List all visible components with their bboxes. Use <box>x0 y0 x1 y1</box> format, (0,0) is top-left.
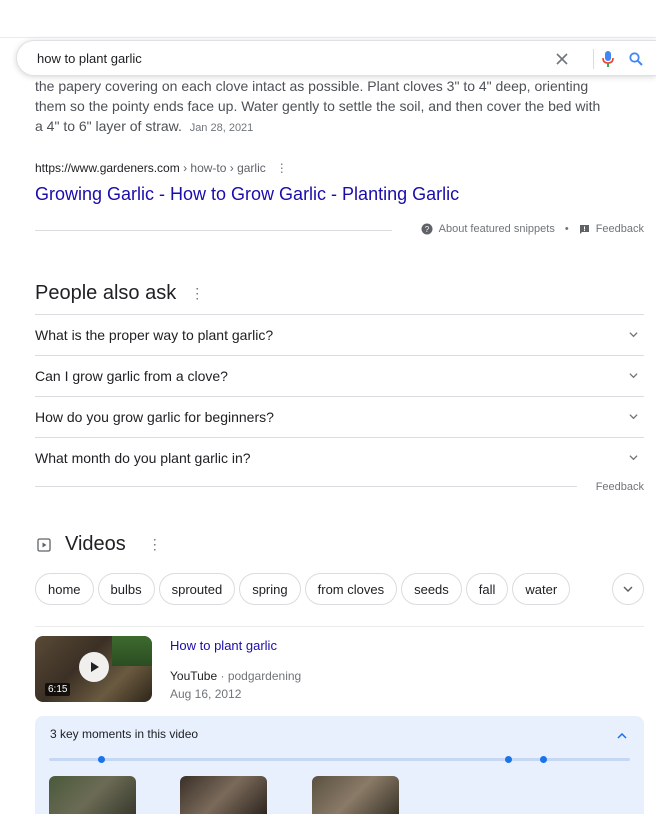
key-moment-marker[interactable] <box>504 756 512 763</box>
about-snippets-link[interactable]: About featured snippets <box>439 223 555 235</box>
key-moments-timeline[interactable] <box>49 756 630 763</box>
key-moment-thumbnail[interactable] <box>49 776 136 814</box>
featured-snippet-text: the papery covering on each clove intact… <box>35 76 647 138</box>
more-options-icon[interactable]: ⋮ <box>190 285 204 301</box>
search-input[interactable] <box>37 47 517 69</box>
divider <box>35 230 392 231</box>
key-moment-marker[interactable] <box>98 756 106 763</box>
snippet-line: the papery covering on each clove intact… <box>35 78 589 94</box>
video-source: YouTube · podgardening <box>170 669 301 683</box>
more-options-icon[interactable]: ⋮ <box>276 161 288 175</box>
key-moment-thumbnail[interactable] <box>312 776 399 814</box>
key-moment-marker[interactable] <box>539 756 547 763</box>
video-platform: YouTube <box>170 669 218 683</box>
video-duration: 6:15 <box>45 683 71 696</box>
video-date: Aug 16, 2012 <box>170 687 242 701</box>
mic-icon[interactable] <box>597 48 619 70</box>
key-moment-thumbnail[interactable] <box>180 776 267 814</box>
help-icon: ? <box>421 223 433 235</box>
paa-question-text: What is the proper way to plant garlic? <box>35 326 274 343</box>
paa-question[interactable]: Can I grow garlic from a clove? <box>35 355 644 395</box>
search-divider <box>593 49 594 69</box>
key-moments-panel: 3 key moments in this video <box>35 716 644 814</box>
video-title-link[interactable]: How to plant garlic <box>170 638 277 653</box>
paa-feedback-link[interactable]: Feedback <box>596 481 644 493</box>
chevron-up-icon[interactable] <box>614 728 630 744</box>
paa-question-text: How do you grow garlic for beginners? <box>35 408 274 425</box>
play-icon <box>79 652 109 682</box>
video-channel: · podgardening <box>217 669 302 683</box>
more-chips-button[interactable] <box>612 573 644 605</box>
header-divider <box>0 37 656 38</box>
more-options-icon[interactable]: ⋮ <box>148 536 162 553</box>
divider <box>35 626 644 627</box>
chip-seeds[interactable]: seeds <box>401 573 462 605</box>
snippet-line: them so the pointy ends face up. Water g… <box>35 98 601 114</box>
paa-question[interactable]: How do you grow garlic for beginners? <box>35 396 644 436</box>
separator: • <box>564 223 569 235</box>
key-moments-label: 3 key moments in this video <box>50 727 199 741</box>
videos-title: Videos <box>65 533 126 555</box>
divider <box>35 486 577 487</box>
result-domain: https://www.gardeners.com <box>35 161 180 175</box>
paa-question[interactable]: What is the proper way to plant garlic? <box>35 314 644 354</box>
result-path: › how-to › garlic <box>179 161 266 175</box>
result-title-link[interactable]: Growing Garlic - How to Grow Garlic - Pl… <box>35 184 459 205</box>
chip-from-cloves[interactable]: from cloves <box>304 573 398 605</box>
feedback-icon <box>579 224 589 234</box>
people-also-ask-heading: People also ask ⋮ <box>35 282 204 305</box>
video-filter-chips: home bulbs sprouted spring from cloves s… <box>35 573 571 605</box>
chip-home[interactable]: home <box>35 573 94 605</box>
chevron-down-icon <box>629 414 638 420</box>
chevron-down-icon <box>629 373 638 379</box>
feedback-link[interactable]: Feedback <box>596 223 644 235</box>
chevron-down-icon <box>629 332 638 338</box>
chip-water[interactable]: water <box>512 573 571 605</box>
svg-text:?: ? <box>424 225 429 234</box>
search-bar <box>16 40 656 76</box>
chevron-down-icon <box>623 586 633 592</box>
result-url[interactable]: https://www.gardeners.com › how-to › gar… <box>35 161 288 175</box>
chip-fall[interactable]: fall <box>465 573 509 605</box>
search-icon[interactable] <box>625 48 647 70</box>
paa-title: People also ask <box>35 282 177 304</box>
paa-question-text: What month do you plant garlic in? <box>35 449 251 466</box>
videos-heading: Videos ⋮ <box>37 533 162 556</box>
paa-question-text: Can I grow garlic from a clove? <box>35 367 228 384</box>
snippet-date: Jan 28, 2021 <box>189 122 254 134</box>
chip-sprouted[interactable]: sprouted <box>158 573 236 605</box>
chip-spring[interactable]: spring <box>239 573 301 605</box>
close-icon[interactable] <box>551 48 573 70</box>
chevron-down-icon <box>629 455 638 461</box>
video-thumbnail[interactable]: 6:15 <box>35 636 152 702</box>
snippet-footer: ? About featured snippets • Feedback <box>421 223 644 235</box>
snippet-line: a 4" to 6" layer of straw. <box>35 118 182 134</box>
paa-question[interactable]: What month do you plant garlic in? <box>35 437 644 477</box>
thumbnail-foliage <box>112 636 152 666</box>
video-icon <box>37 537 51 552</box>
chip-bulbs[interactable]: bulbs <box>97 573 155 605</box>
